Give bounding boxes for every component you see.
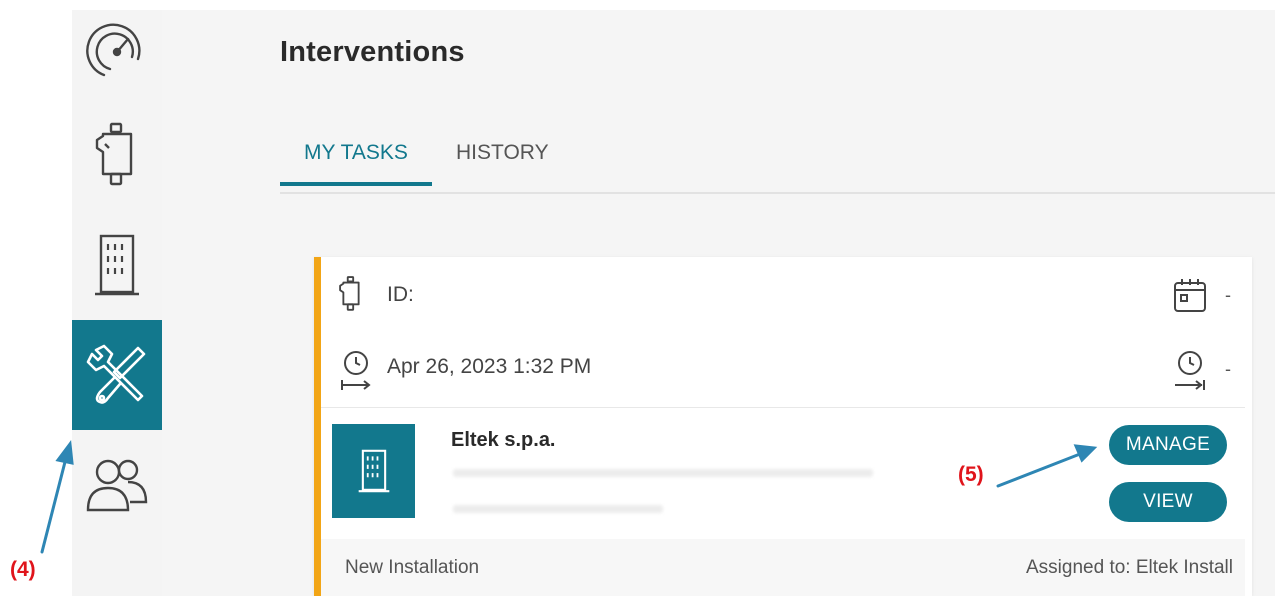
manage-button[interactable]: MANAGE: [1109, 425, 1227, 465]
device-icon: [95, 122, 133, 186]
annotation-marker-4: (4): [10, 558, 36, 581]
annotation-marker-5: (5): [958, 463, 984, 486]
task-type: New Installation: [345, 557, 480, 578]
device-icon: [339, 276, 360, 311]
tools-icon: [86, 344, 146, 404]
sidebar-item-interventions[interactable]: [72, 320, 162, 430]
page-title: Interventions: [280, 36, 465, 68]
redacted-location: [453, 505, 663, 513]
task-footer: New Installation Assigned to: Eltek Inst…: [321, 539, 1245, 596]
company-logo: [332, 424, 415, 518]
task-datetime: Apr 26, 2023 1:32 PM: [387, 355, 592, 378]
building-icon: [95, 234, 139, 296]
tab-bar: MY TASKS HISTORY: [280, 130, 1275, 194]
task-time-row: Apr 26, 2023 1:32 PM -: [321, 329, 1245, 408]
company-name: Eltek s.p.a.: [451, 429, 556, 451]
company-block: Eltek s.p.a. MANAGE VIEW: [321, 407, 1245, 537]
building-icon: [358, 449, 389, 493]
sidebar-arrow-head: [55, 440, 74, 465]
sidebar-arrow: [40, 456, 68, 554]
clock-end-icon: [1175, 351, 1205, 390]
sidebar-item-devices[interactable]: [72, 100, 162, 210]
tab-history[interactable]: HISTORY: [432, 140, 573, 188]
view-button[interactable]: VIEW: [1109, 482, 1227, 522]
task-id-row: ID: -: [321, 257, 1245, 329]
sidebar-item-users[interactable]: [72, 430, 162, 540]
gauge-icon: [86, 23, 141, 77]
task-assignee: Assigned to: Eltek Install: [1026, 557, 1233, 578]
sidebar-item-dashboard[interactable]: [72, 0, 162, 100]
sidebar-item-buildings[interactable]: [72, 210, 162, 320]
calendar-icon: [1174, 279, 1206, 312]
users-icon: [86, 459, 148, 512]
task-card: ID: - Apr 26, 2023 1:32 PM - Eltek s.p.a…: [314, 257, 1252, 596]
sidebar: [72, 10, 162, 596]
tab-my-tasks[interactable]: MY TASKS: [280, 140, 432, 186]
clock-start-icon: [341, 351, 371, 390]
end-value: -: [1225, 359, 1231, 379]
main-content: Interventions MY TASKS HISTORY ID: - Apr…: [162, 10, 1275, 596]
redacted-address: [453, 469, 873, 477]
scheduled-value: -: [1225, 285, 1231, 305]
task-id-label: ID:: [387, 283, 414, 306]
